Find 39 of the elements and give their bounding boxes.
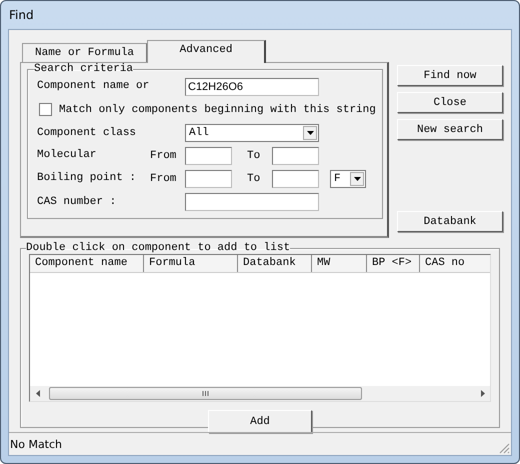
scrollbar-thumb[interactable] <box>49 387 362 400</box>
button[interactable]: Find now <box>397 65 503 86</box>
dropdown[interactable]: All <box>185 124 319 142</box>
field-label: CAS number : <box>37 196 118 208</box>
column-header[interactable]: Formula <box>144 255 238 272</box>
field-label: Boiling point : <box>37 172 138 185</box>
input-field[interactable] <box>185 170 232 188</box>
horizontal-scrollbar[interactable] <box>30 386 490 401</box>
field-label: Match only components beginning with this string <box>59 104 376 116</box>
group-title: Search criteria <box>34 63 134 75</box>
input-field[interactable] <box>185 192 319 210</box>
checkbox[interactable] <box>39 103 52 116</box>
column-header[interactable]: Databank <box>238 255 312 272</box>
button[interactable]: Close <box>397 92 503 113</box>
field-label: From <box>150 150 178 162</box>
dropdown[interactable]: F <box>330 170 366 188</box>
column-header[interactable]: CAS no <box>420 255 489 272</box>
tab[interactable]: Advanced <box>147 40 266 63</box>
column-header[interactable]: MW <box>312 255 367 272</box>
button[interactable]: New search <box>397 119 503 140</box>
input-field[interactable] <box>185 146 232 164</box>
field-label: Component class <box>37 126 138 138</box>
field-label: Component name or <box>37 80 150 93</box>
databank-button[interactable]: Databank <box>397 211 503 232</box>
add-button[interactable]: Add <box>208 410 312 433</box>
field-label: To <box>246 172 262 184</box>
field-label: Molecular <box>37 149 98 162</box>
input-field[interactable]: C12H26O6 <box>185 78 319 96</box>
column-header[interactable]: Component name <box>30 255 144 272</box>
tab[interactable]: Name or Formula <box>22 43 148 62</box>
group-title: Double click on component to add to list <box>26 242 290 254</box>
resize-grip-icon[interactable] <box>499 443 510 454</box>
input-field[interactable] <box>272 146 319 164</box>
status-text: No Match <box>9 438 62 450</box>
column-header[interactable]: BP <F> <box>367 255 420 272</box>
input-field[interactable] <box>272 170 319 188</box>
field-label: From <box>150 172 178 184</box>
field-label: To <box>246 150 262 162</box>
window-title: Find <box>8 7 34 24</box>
